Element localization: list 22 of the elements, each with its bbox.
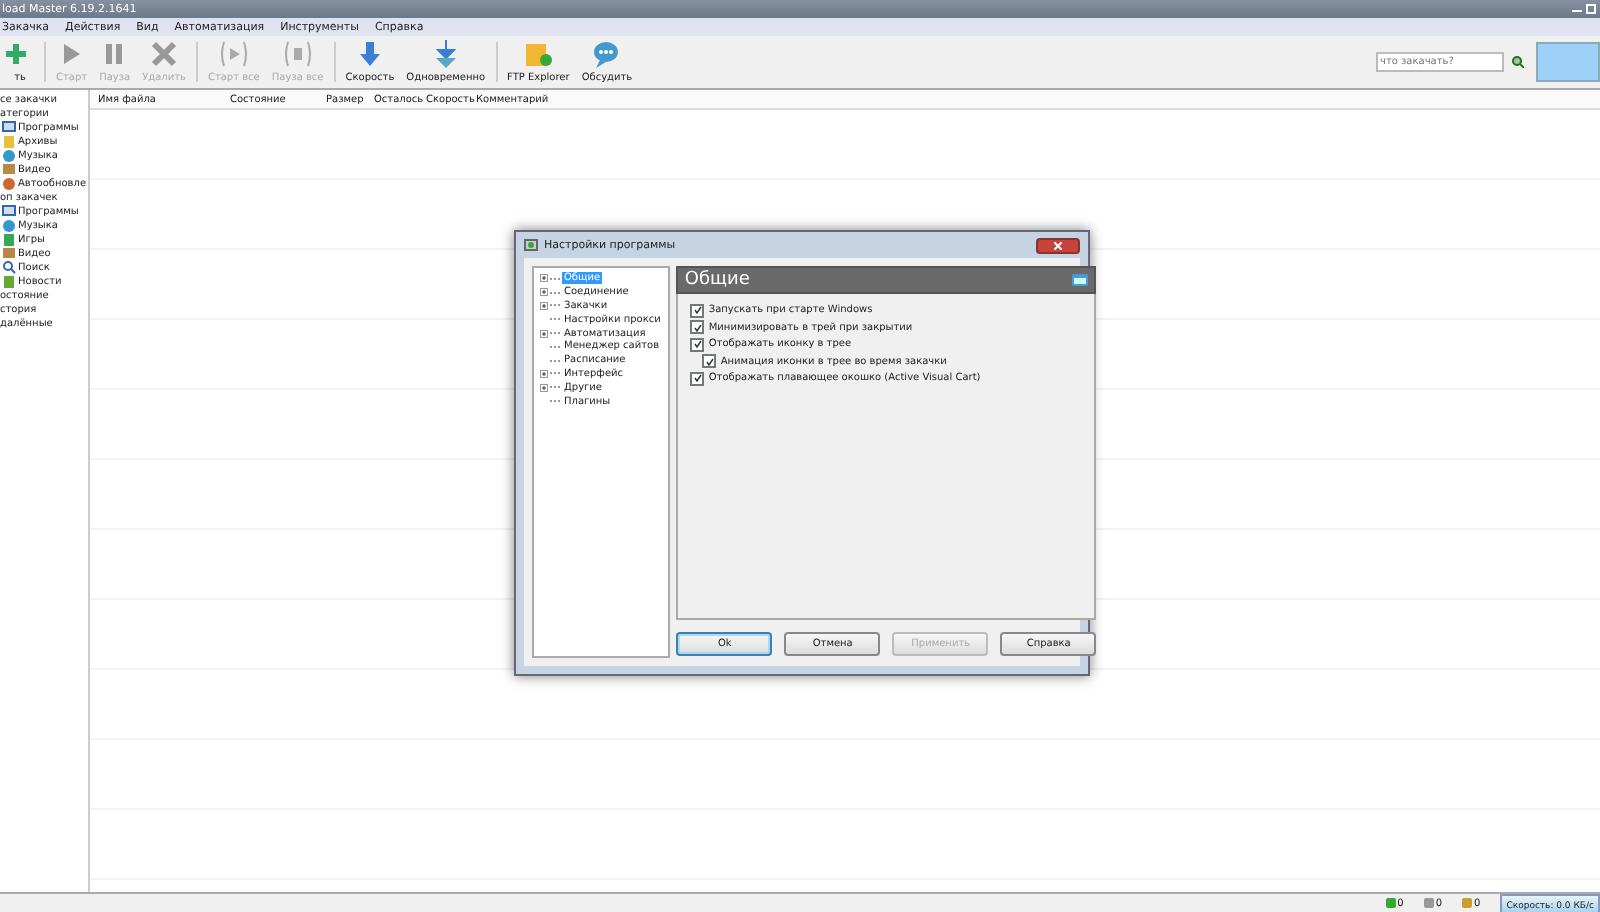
checkbox[interactable] — [690, 320, 705, 335]
status-icon — [1385, 898, 1396, 908]
window-icon — [1072, 274, 1089, 286]
minimize-icon — [1572, 4, 1582, 14]
status-icon — [1423, 898, 1434, 908]
checkbox[interactable] — [690, 371, 705, 386]
search-icon — [1512, 56, 1524, 68]
checkbox[interactable] — [702, 354, 717, 369]
down-arrow-icon — [355, 40, 384, 68]
checkbox[interactable] — [690, 337, 705, 352]
status-icon — [1462, 898, 1473, 908]
section-title: Общие — [684, 270, 750, 290]
speech-bubble-icon — [592, 40, 621, 68]
search-icon — [2, 260, 16, 274]
close-button[interactable] — [1036, 237, 1080, 253]
monitor-icon — [2, 120, 16, 134]
delete-icon — [150, 40, 179, 68]
monitor-icon — [2, 204, 16, 218]
maximize-icon — [1586, 4, 1596, 14]
arrows-icon — [431, 40, 460, 68]
close-icon — [1054, 241, 1062, 249]
checkbox[interactable] — [690, 303, 705, 318]
